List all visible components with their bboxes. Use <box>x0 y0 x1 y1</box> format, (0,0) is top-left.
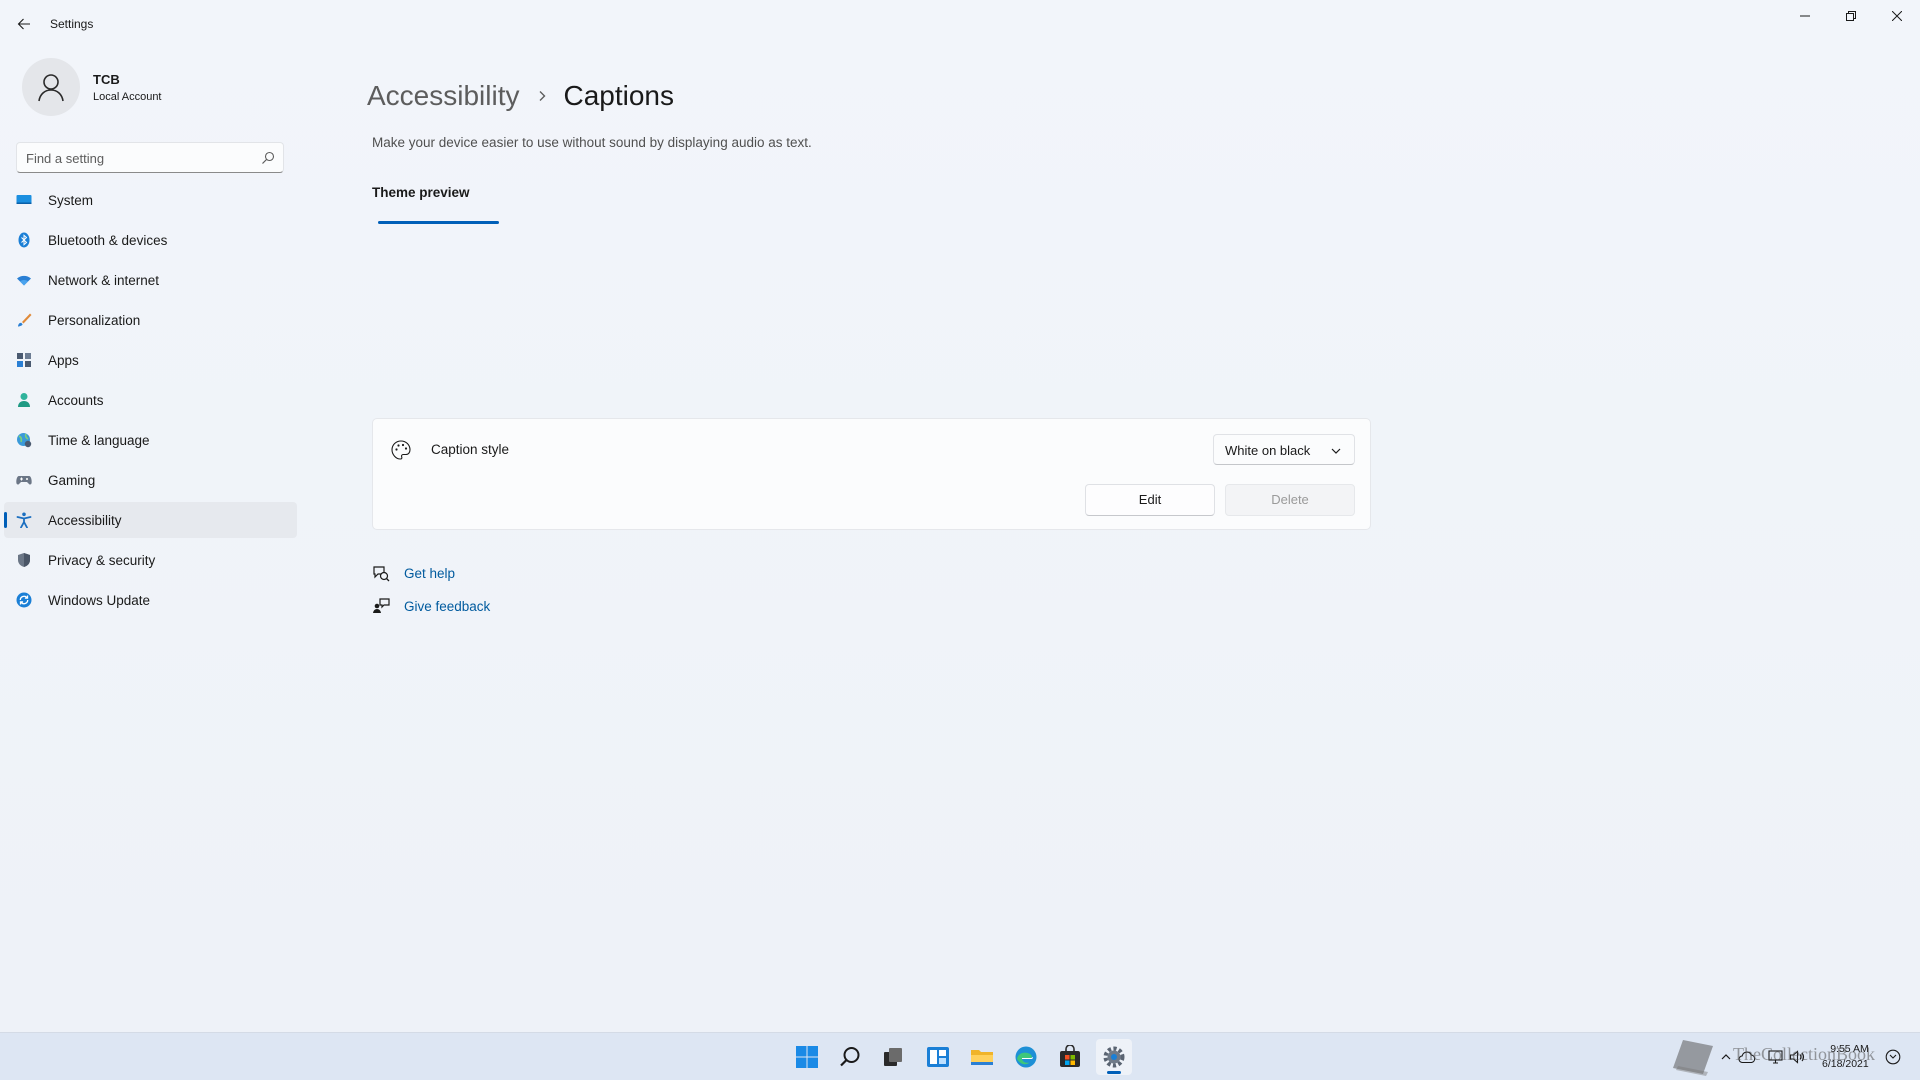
delete-button[interactable]: Delete <box>1225 484 1355 516</box>
tab-theme-preview[interactable]: Theme preview <box>372 185 470 200</box>
caption-style-selected: White on black <box>1225 443 1311 458</box>
sidebar-item-gaming[interactable]: Gaming <box>4 462 297 498</box>
shield-icon <box>16 552 32 568</box>
close-icon <box>1892 11 1902 21</box>
update-icon <box>16 592 32 608</box>
sidebar-item-label: Accessibility <box>48 513 122 528</box>
watermark-text: TheCollectionBook <box>1733 1044 1875 1064</box>
sidebar-item-label: System <box>48 193 94 208</box>
sidebar-item-label: Gaming <box>48 473 96 488</box>
file-explorer-button[interactable] <box>964 1039 1000 1075</box>
task-view-button[interactable] <box>875 1039 911 1075</box>
store-icon <box>1060 1045 1080 1067</box>
title-bar: Settings <box>0 0 1920 48</box>
sidebar-nav: System Bluetooth & devices Network & int… <box>4 182 297 622</box>
page-title: Captions <box>563 80 674 111</box>
person-icon <box>16 392 32 408</box>
start-button[interactable] <box>789 1039 825 1075</box>
settings-taskbar-button[interactable] <box>1096 1039 1132 1075</box>
file-explorer-icon <box>971 1050 993 1065</box>
start-icon <box>796 1046 818 1068</box>
sidebar-item-bluetooth[interactable]: Bluetooth & devices <box>4 222 297 258</box>
person-icon <box>38 74 64 102</box>
avatar[interactable] <box>22 58 80 116</box>
get-help-link[interactable]: Get help <box>404 566 455 581</box>
bluetooth-icon <box>16 232 32 248</box>
help-chat-icon <box>373 566 390 582</box>
edge-button[interactable] <box>1008 1039 1044 1075</box>
sidebar-item-time-language[interactable]: Time & language <box>4 422 297 458</box>
monitor-icon <box>16 192 32 208</box>
breadcrumb-parent[interactable]: Accessibility <box>367 80 519 112</box>
settings-icon <box>1103 1046 1125 1068</box>
account-type: Local Account <box>93 91 162 103</box>
settings-window: Settings TCB Local Account System Blueto… <box>0 0 1920 1032</box>
gamepad-icon <box>16 472 32 488</box>
sidebar-item-apps[interactable]: Apps <box>4 342 297 378</box>
accessibility-icon <box>16 512 32 528</box>
task-view-icon <box>884 1048 902 1066</box>
page-description: Make your device easier to use without s… <box>372 135 812 150</box>
chevron-right-icon <box>535 89 549 103</box>
apps-icon <box>16 352 32 368</box>
chevron-down-icon <box>1331 448 1341 454</box>
sidebar-item-label: Privacy & security <box>48 553 156 568</box>
close-button[interactable] <box>1874 0 1920 32</box>
globe-clock-icon <box>16 432 32 448</box>
sidebar-item-accessibility[interactable]: Accessibility <box>4 502 297 538</box>
sidebar-item-label: Time & language <box>48 433 150 448</box>
tab-selected-indicator <box>378 221 499 224</box>
give-feedback-row[interactable]: Give feedback <box>372 596 490 616</box>
edit-button[interactable]: Edit <box>1085 484 1215 516</box>
search-icon <box>262 151 275 164</box>
edge-icon <box>1015 1046 1037 1068</box>
sidebar-item-system[interactable]: System <box>4 182 297 218</box>
sidebar-item-personalization[interactable]: Personalization <box>4 302 297 338</box>
sidebar-item-accounts[interactable]: Accounts <box>4 382 297 418</box>
sidebar-item-label: Apps <box>48 353 79 368</box>
sidebar-item-label: Personalization <box>48 313 141 328</box>
taskbar: 9:55 AM 6/18/2021 <box>0 1032 1920 1080</box>
palette-icon <box>391 440 411 460</box>
sidebar-item-windows-update[interactable]: Windows Update <box>4 582 297 618</box>
sidebar-item-label: Windows Update <box>48 593 151 608</box>
back-button[interactable] <box>10 10 38 38</box>
sidebar-item-network[interactable]: Network & internet <box>4 262 297 298</box>
feedback-icon <box>373 598 390 613</box>
restore-button[interactable] <box>1828 0 1874 32</box>
store-button[interactable] <box>1052 1039 1088 1075</box>
get-help-row[interactable]: Get help <box>372 563 455 583</box>
taskbar-search-button[interactable] <box>832 1039 868 1075</box>
wifi-icon <box>16 272 32 288</box>
sidebar-item-privacy[interactable]: Privacy & security <box>4 542 297 578</box>
sidebar-item-label: Bluetooth & devices <box>48 233 168 248</box>
notifications-button[interactable] <box>1884 1048 1902 1066</box>
widgets-icon <box>927 1047 949 1067</box>
caption-style-label: Caption style <box>431 442 510 457</box>
app-title: Settings <box>50 17 94 31</box>
back-arrow-icon <box>17 18 30 30</box>
widgets-button[interactable] <box>920 1039 956 1075</box>
breadcrumb: Accessibility Captions <box>367 76 674 116</box>
caption-style-dropdown[interactable]: White on black <box>1213 434 1355 465</box>
search-input[interactable] <box>26 149 246 167</box>
minimize-icon <box>1800 15 1810 17</box>
give-feedback-link[interactable]: Give feedback <box>404 599 490 614</box>
minimize-button[interactable] <box>1782 0 1828 32</box>
sidebar-item-label: Network & internet <box>48 273 160 288</box>
account-name: TCB <box>93 72 120 87</box>
search-box[interactable] <box>16 142 284 173</box>
sidebar-item-label: Accounts <box>48 393 104 408</box>
caption-style-card: Caption style White on black Edit Delete <box>372 418 1371 530</box>
brush-icon <box>16 312 32 328</box>
notification-icon <box>1885 1049 1901 1065</box>
restore-icon <box>1846 11 1856 21</box>
search-icon <box>840 1047 860 1067</box>
